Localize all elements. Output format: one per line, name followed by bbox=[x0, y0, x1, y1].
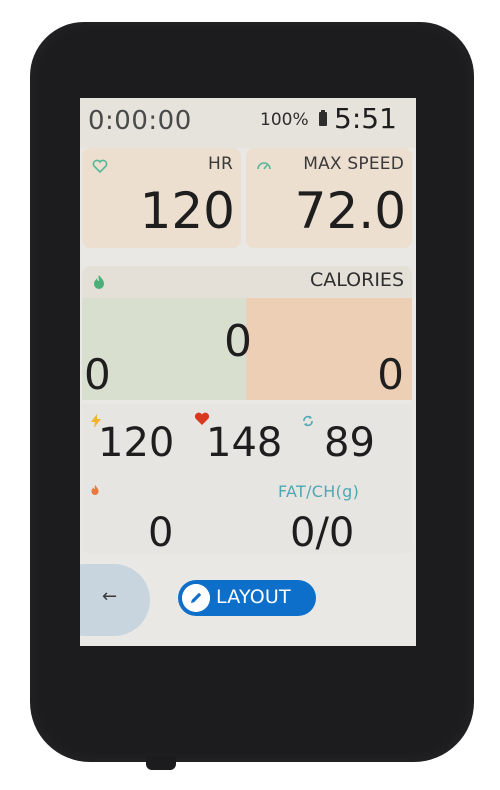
clock: 5:51 bbox=[334, 102, 397, 135]
max-speed-field[interactable]: MAX SPEED 72.0 bbox=[246, 148, 412, 248]
device-screen: 0:00:00 100% 5:51 HR 120 MAX SPEED 72.0 … bbox=[80, 98, 416, 646]
cadence-value: 89 bbox=[324, 420, 375, 466]
heart-rate-avg-value: 148 bbox=[206, 420, 283, 466]
back-arrow-icon: ← bbox=[102, 586, 118, 607]
power-value: 120 bbox=[98, 420, 175, 466]
battery-icon bbox=[319, 110, 327, 126]
hr-field[interactable]: HR 120 bbox=[82, 148, 241, 248]
stats-panel[interactable]: 120 148 89 0 0/0 bbox=[82, 404, 412, 556]
flame-icon bbox=[94, 275, 104, 289]
calories-right-value: 0 bbox=[377, 350, 404, 399]
heart-outline-icon bbox=[92, 159, 108, 174]
hr-value: 120 bbox=[139, 182, 235, 240]
max-speed-label: MAX SPEED bbox=[303, 154, 404, 174]
burn-flame-icon bbox=[91, 485, 99, 495]
fat-ch-label: FAT/CH(g) bbox=[278, 482, 360, 501]
back-button[interactable]: ← bbox=[80, 564, 150, 636]
max-speed-value: 72.0 bbox=[294, 182, 406, 240]
cycle-arrows-icon bbox=[303, 415, 313, 427]
hr-label: HR bbox=[208, 154, 233, 174]
elapsed-timer: 0:00:00 bbox=[88, 106, 192, 136]
layout-button[interactable]: LAYOUT bbox=[178, 580, 316, 616]
speedometer-icon bbox=[257, 162, 271, 170]
calories-value: 0 bbox=[224, 316, 252, 367]
fat-ch-value: 0/0 bbox=[290, 510, 355, 556]
burn-value: 0 bbox=[148, 510, 174, 556]
calories-header: CALORIES bbox=[82, 266, 412, 298]
battery-percentage: 100% bbox=[260, 110, 309, 130]
calories-label: CALORIES bbox=[310, 269, 404, 291]
calories-left-value: 0 bbox=[84, 350, 111, 399]
status-bar: 0:00:00 100% 5:51 bbox=[80, 98, 416, 148]
device-mount-notch bbox=[146, 756, 176, 770]
pencil-icon bbox=[182, 584, 210, 612]
layout-label: LAYOUT bbox=[216, 586, 291, 608]
